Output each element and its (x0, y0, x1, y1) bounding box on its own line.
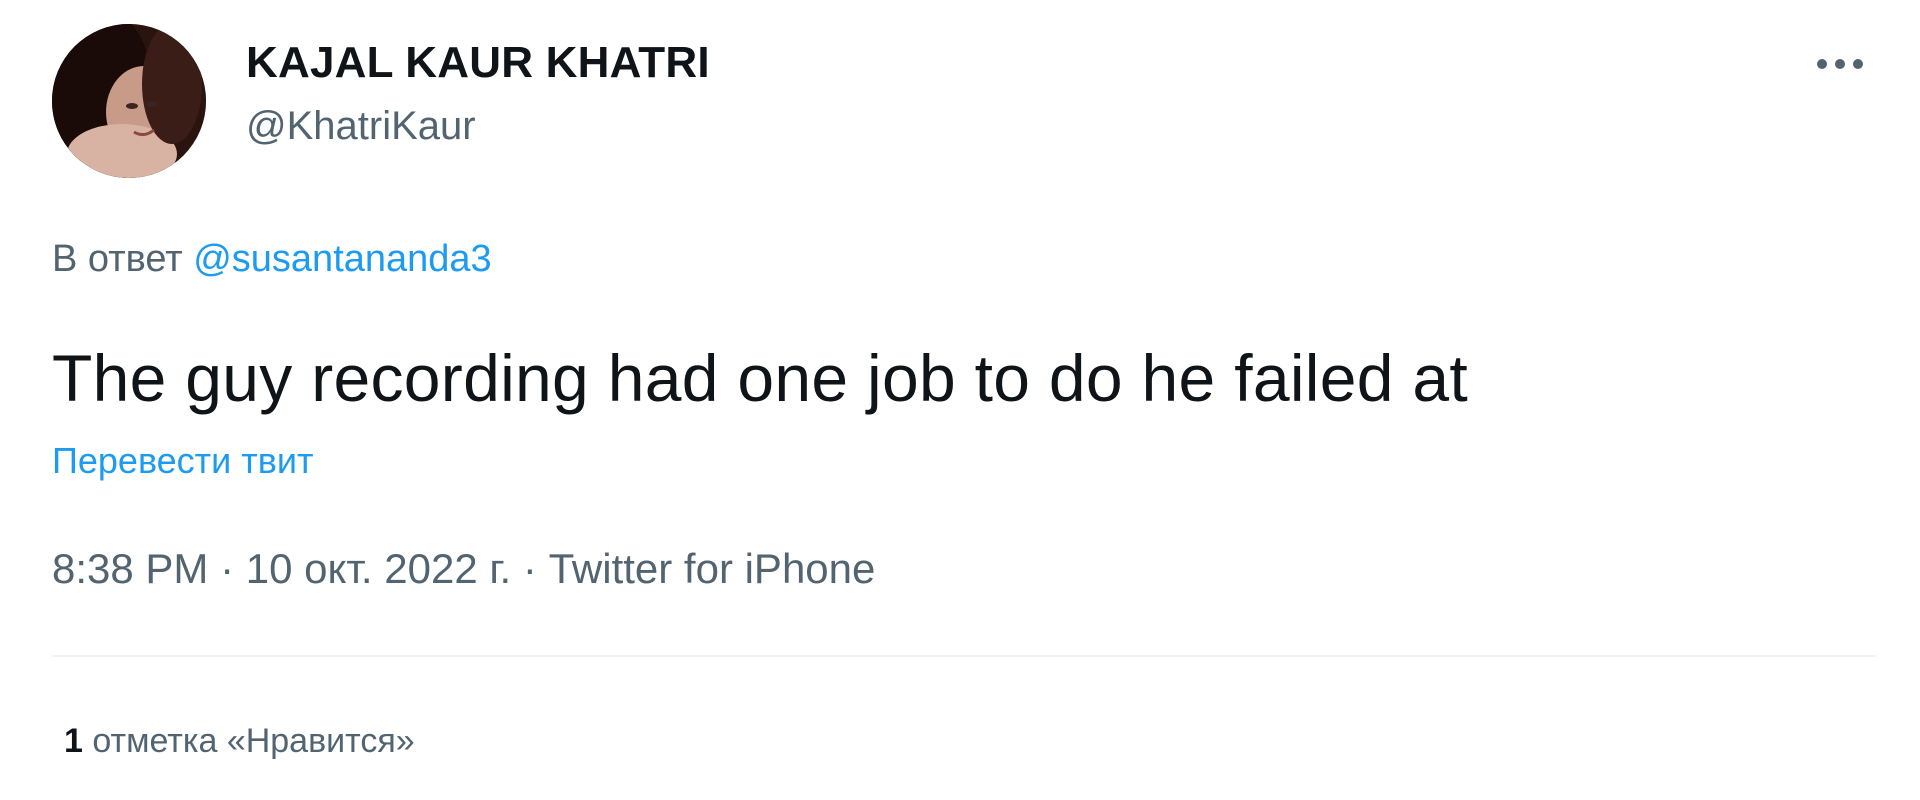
likes-count: 1 (64, 722, 83, 760)
more-options-button[interactable] (1810, 44, 1870, 84)
tweet-detail: KAJAL KAUR KHATRI @KhatriKaur В ответ @s… (0, 0, 1920, 800)
meta-separator: · (208, 545, 246, 592)
author-display-name[interactable]: KAJAL KAUR KHATRI (246, 38, 710, 88)
likes-link[interactable]: 1 отметка «Нравится» (64, 722, 415, 761)
meta-separator: · (511, 545, 549, 592)
avatar[interactable] (52, 24, 206, 178)
tweet-text: The guy recording had one job to do he f… (52, 341, 1469, 415)
tweet-time[interactable]: 8:38 PM (52, 545, 208, 592)
author-handle[interactable]: @KhatriKaur (246, 104, 476, 149)
reply-prefix: В ответ (52, 238, 183, 280)
profile-photo-icon (52, 24, 206, 178)
reply-mention-link[interactable]: @susantananda3 (193, 238, 491, 280)
tweet-metadata: 8:38 PM · 10 окт. 2022 г. · Twitter for … (52, 545, 875, 593)
likes-label: отметка «Нравится» (92, 722, 415, 760)
tweet-source[interactable]: Twitter for iPhone (549, 545, 876, 592)
reply-context: В ответ @susantananda3 (52, 238, 492, 281)
tweet-date[interactable]: 10 окт. 2022 г. (246, 545, 511, 592)
translate-tweet-link[interactable]: Перевести твит (52, 440, 314, 482)
divider (52, 655, 1876, 657)
more-horizontal-icon (1817, 59, 1863, 69)
